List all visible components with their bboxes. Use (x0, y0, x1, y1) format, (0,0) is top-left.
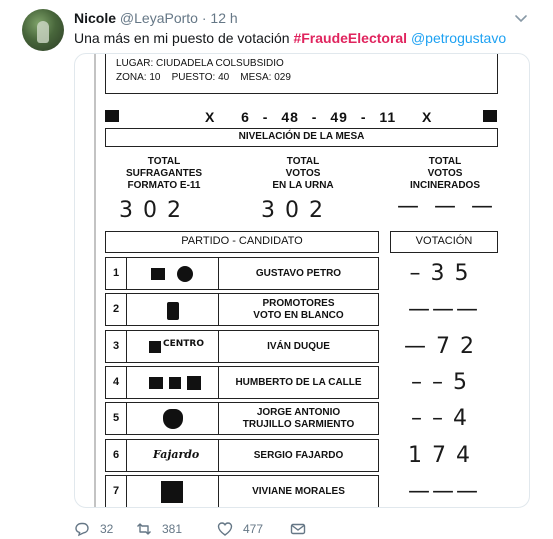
candidate-name: SERGIO FAJARDO (219, 439, 379, 472)
mention-link[interactable]: @petrogustavo (411, 30, 506, 46)
tweet-text-body: Una más en mi puesto de votación (74, 30, 294, 46)
heart-icon (217, 522, 233, 536)
retweet-button[interactable]: 381 (136, 521, 182, 537)
col-urna-title: TOTAL VOTOS EN LA URNA (272, 156, 334, 191)
party-logo (127, 293, 219, 326)
retweet-count: 381 (162, 522, 183, 536)
candidate-votes: 174 (408, 443, 480, 468)
tweet-header: Nicole @LeyaPorto · 12 h (74, 10, 238, 26)
row-number: 4 (105, 366, 127, 399)
row-number: 3 (105, 330, 127, 363)
retweet-icon (137, 523, 151, 535)
candidate-name: JORGE ANTONIO TRUJILLO SARMIENTO (219, 402, 379, 435)
row-number: 2 (105, 293, 127, 326)
candidate-votes: —72 (404, 334, 484, 359)
party-logo: Fajardo (127, 439, 219, 472)
avatar[interactable] (22, 9, 64, 51)
tweet: Nicole @LeyaPorto · 12 h Una más en mi p… (0, 0, 553, 539)
row-number: 6 (105, 439, 127, 472)
party-logo (127, 366, 219, 399)
partido-header: PARTIDO - CANDIDATO (105, 231, 379, 253)
party-logo (127, 257, 219, 290)
reply-count: 32 (100, 522, 114, 536)
separator-dot: · (201, 10, 207, 26)
candidate-name: PROMOTORES VOTO EN BLANCO (219, 293, 379, 326)
lugar-text: LUGAR: CIUDADELA COLSUBSIDIO (116, 58, 284, 69)
incinerados-value: — — — (397, 194, 497, 219)
hashtag-link[interactable]: #FraudeElectoral (293, 30, 407, 46)
tweet-photo[interactable]: LUGAR: CIUDADELA COLSUBSIDIO ZONA: 10 PU… (74, 53, 530, 508)
candidate-votes: ——— (408, 297, 480, 322)
sufragantes-value: 302 (119, 198, 191, 223)
urna-value: 302 (261, 198, 333, 223)
electoral-form: LUGAR: CIUDADELA COLSUBSIDIO ZONA: 10 PU… (75, 54, 529, 507)
author-name[interactable]: Nicole (74, 10, 116, 26)
tweet-text: Una más en mi puesto de votación #Fraude… (74, 29, 506, 47)
like-count: 477 (243, 522, 264, 536)
party-logo (127, 475, 219, 507)
candidate-name: VIVIANE MORALES (219, 475, 379, 507)
candidate-votes: ––4 (411, 406, 477, 431)
nivelacion-title: NIVELACIÓN DE LA MESA (105, 128, 498, 147)
form-code: X 6 - 48 - 49 - 11 X (205, 109, 433, 125)
party-logo: CENTRO (127, 330, 219, 363)
centro-logo-text: CENTRO (163, 339, 205, 349)
tweet-timestamp[interactable]: 12 h (210, 10, 237, 26)
like-button[interactable]: 477 (217, 521, 263, 537)
party-logo (127, 402, 219, 435)
fajardo-logo-text: Fajardo (153, 448, 200, 461)
candidate-votes: –35 (409, 261, 479, 286)
row-number: 5 (105, 402, 127, 435)
reply-icon (75, 522, 89, 537)
col-sufragantes-title: TOTAL SUFRAGANTES FORMATO E-11 (125, 156, 203, 191)
candidate-name: IVÁN DUQUE (219, 330, 379, 363)
author-handle[interactable]: @LeyaPorto (120, 10, 198, 26)
black-marker-left (105, 110, 119, 122)
candidate-votes: ——— (408, 479, 480, 504)
row-number: 7 (105, 475, 127, 507)
candidate-name: GUSTAVO PETRO (219, 257, 379, 290)
chevron-down-icon[interactable] (513, 10, 529, 26)
reply-button[interactable]: 32 (74, 521, 113, 537)
envelope-icon (290, 523, 306, 535)
location-box: LUGAR: CIUDADELA COLSUBSIDIO ZONA: 10 PU… (105, 54, 498, 94)
candidate-votes: ––5 (411, 370, 477, 395)
votacion-header: VOTACIÓN (390, 231, 498, 253)
candidate-name: HUMBERTO DE LA CALLE (219, 366, 379, 399)
row-number: 1 (105, 257, 127, 290)
zona-text: ZONA: 10 PUESTO: 40 MESA: 029 (116, 72, 291, 83)
black-marker-right (483, 110, 497, 122)
direct-message-button[interactable] (290, 521, 316, 537)
col-incinerados-title: TOTAL VOTOS INCINERADOS (409, 156, 480, 191)
